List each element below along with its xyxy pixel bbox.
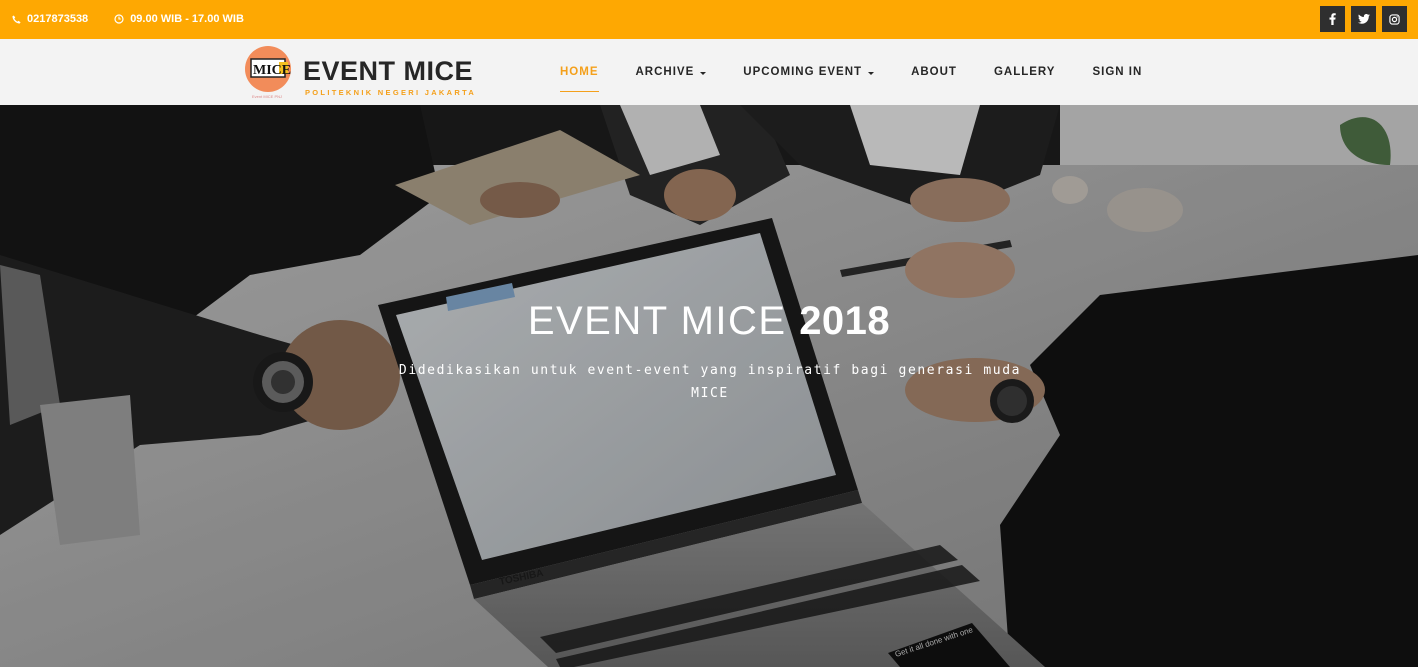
clock-icon — [114, 14, 124, 24]
facebook-button[interactable] — [1320, 6, 1345, 32]
emblem-caption: Event MICE PNJ — [252, 94, 283, 99]
social-links — [1314, 6, 1407, 32]
hero-title-light: EVENT MICE — [527, 299, 787, 343]
hours-info: 09.00 WIB - 17.00 WIB — [114, 13, 244, 25]
phone-info: 0217873538 — [12, 13, 88, 25]
nav-about-label: ABOUT — [911, 66, 957, 78]
twitter-button[interactable] — [1351, 6, 1376, 32]
nav-gallery-label: GALLERY — [993, 66, 1056, 78]
nav-about[interactable]: ABOUT — [911, 39, 957, 105]
site-logo[interactable]: MICE Event MICE PNJ EVENT MICE POLITEKNI… — [245, 44, 505, 100]
mice-emblem-icon: MICE — [245, 46, 291, 92]
facebook-icon — [1329, 13, 1336, 25]
nav-gallery[interactable]: GALLERY — [994, 39, 1056, 105]
nav-home[interactable]: HOME — [560, 39, 599, 105]
chevron-down-icon — [868, 71, 875, 75]
hero-title: EVENT MICE 2018 — [0, 299, 1418, 344]
nav-home-label: HOME — [560, 66, 599, 78]
instagram-button[interactable] — [1382, 6, 1407, 32]
nav-sign-in-label: SIGN IN — [1092, 66, 1143, 78]
phone-icon — [12, 14, 21, 24]
contact-info: 0217873538 09.00 WIB - 17.00 WIB — [12, 13, 270, 25]
brand-name: EVENT MICE — [303, 56, 474, 86]
nav-archive[interactable]: ARCHIVE — [636, 39, 707, 105]
nav-archive-label: ARCHIVE — [635, 66, 695, 78]
twitter-icon — [1357, 14, 1370, 24]
hero-subtitle: Didedikasikan untuk event-event yang ins… — [398, 363, 1022, 401]
nav-sign-in[interactable]: SIGN IN — [1092, 39, 1142, 105]
business-hours: 09.00 WIB - 17.00 WIB — [130, 13, 244, 25]
nav-upcoming-event-label: UPCOMING EVENT — [743, 66, 863, 78]
instagram-icon — [1389, 13, 1400, 25]
emblem-text: MICE — [253, 63, 291, 78]
brand-subtitle: POLITEKNIK NEGERI JAKARTA — [305, 88, 477, 97]
main-nav: HOME ARCHIVE UPCOMING EVENT ABOUT GALLER… — [560, 39, 1179, 105]
main-navbar: MICE Event MICE PNJ EVENT MICE POLITEKNI… — [0, 39, 1418, 105]
chevron-down-icon — [700, 71, 707, 75]
hero-title-year: 2018 — [799, 299, 891, 343]
top-bar: 0217873538 09.00 WIB - 17.00 WIB — [0, 0, 1418, 39]
nav-upcoming-event[interactable]: UPCOMING EVENT — [743, 39, 875, 105]
phone-number: 0217873538 — [27, 13, 89, 25]
hero-banner: TOSHIBA Get it all done with one EVENT M… — [0, 105, 1418, 667]
